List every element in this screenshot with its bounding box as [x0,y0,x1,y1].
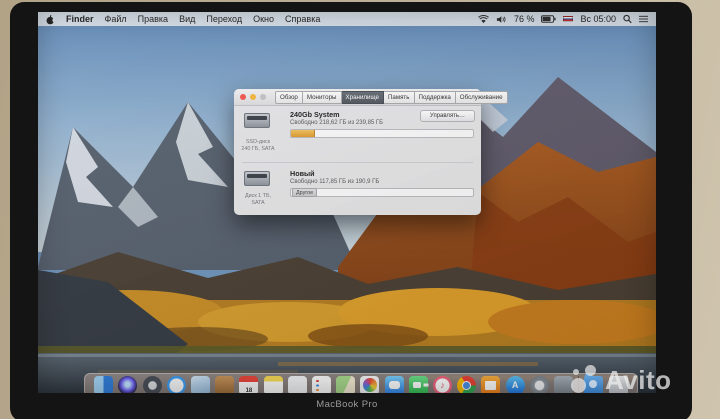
tab-memory[interactable]: Память [383,90,415,104]
menu-bar: Finder Файл Правка Вид Переход Окно Спра… [38,12,656,26]
avito-logo-icon [571,365,602,396]
macbook-photo: Finder Файл Правка Вид Переход Окно Спра… [0,0,720,419]
storage-usage-bar [290,188,474,197]
tab-bar: Обзор Мониторы Хранилище Память Поддержк… [275,90,508,104]
spotlight-icon[interactable] [623,14,632,24]
dock-photos-icon[interactable] [360,375,380,393]
other-segment-chip: Другое [292,188,318,197]
battery-icon[interactable] [541,15,557,23]
dock-preview-icon[interactable] [191,375,211,393]
screen: Finder Файл Правка Вид Переход Окно Спра… [38,12,656,393]
dock-calendar-icon[interactable]: 18 [239,375,259,394]
dock-safari-icon[interactable] [166,375,186,393]
disk-free-text: Свободно 218,62 ГБ из 239,85 ГБ [290,120,384,126]
ssd-drive-icon [244,113,270,128]
input-language-flag-icon[interactable] [563,16,574,22]
menu-view[interactable]: Вид [179,14,195,24]
dock-textedit-icon[interactable] [287,375,307,393]
avito-watermark: Avito [571,365,672,396]
about-this-mac-window: Обзор Мониторы Хранилище Память Поддержк… [234,89,508,215]
tab-service[interactable]: Обслуживание [455,90,508,104]
macbook-brand-label: MacBook Pro [316,399,378,410]
dock-notes-icon[interactable] [263,375,283,393]
dock-siri-icon[interactable] [118,375,138,393]
dock-facetime-icon[interactable] [408,375,428,393]
dock-system-preferences-icon[interactable] [529,375,549,393]
zoom-button [260,94,266,100]
tab-displays[interactable]: Мониторы [302,90,342,104]
storage-usage-bar [290,129,474,138]
tab-storage[interactable]: Хранилище [341,90,384,104]
menu-file[interactable]: Файл [105,14,127,24]
hard-drive-icon [244,171,270,186]
disk-device-label: Диск 1 ТБ, SATA [244,193,272,207]
menu-go[interactable]: Переход [206,14,242,24]
battery-percent: 76 % [513,14,535,24]
disk-name: 240Gb System [290,110,340,119]
dock: 18 [84,373,638,393]
used-space-segment [291,130,315,137]
dock-reminders-icon[interactable] [312,375,332,393]
avito-watermark-text: Avito [605,365,672,395]
apple-menu-icon[interactable] [46,14,55,25]
disk-device-label: SSD-диск 240 ГБ, SATA [241,139,275,153]
tab-overview[interactable]: Обзор [275,90,303,104]
menu-finder[interactable]: Finder [66,14,94,24]
dock-messages-icon[interactable] [384,375,404,393]
menu-clock[interactable]: Вс 05:00 [580,14,616,24]
manage-button[interactable]: Управлять… [420,110,475,122]
menu-window[interactable]: Окно [253,14,274,24]
notification-center-icon[interactable] [639,15,648,23]
row-divider [242,162,473,163]
wifi-icon[interactable] [478,14,489,24]
dock-app-store-icon[interactable] [505,375,525,393]
menu-help[interactable]: Справка [285,14,320,24]
volume-icon[interactable] [496,15,507,24]
dock-ibooks-icon[interactable] [481,375,501,393]
calendar-day-label: 18 [245,387,253,394]
tab-support[interactable]: Поддержка [414,90,456,104]
dock-maps-icon[interactable] [336,375,356,393]
dock-contacts-icon[interactable] [215,375,235,393]
window-titlebar[interactable]: Обзор Мониторы Хранилище Память Поддержк… [234,89,508,106]
dock-launchpad-icon[interactable] [142,375,162,393]
disk-free-text: Свободно 117,85 ГБ из 190,9 ГБ [290,179,380,185]
dock-finder-icon[interactable] [94,375,114,393]
menu-edit[interactable]: Правка [138,14,168,24]
dock-chrome-icon[interactable] [457,375,477,393]
disk-name: Новый [290,169,315,178]
dock-itunes-icon[interactable] [433,375,453,393]
minimize-button[interactable] [250,94,256,100]
close-button[interactable] [240,94,246,100]
